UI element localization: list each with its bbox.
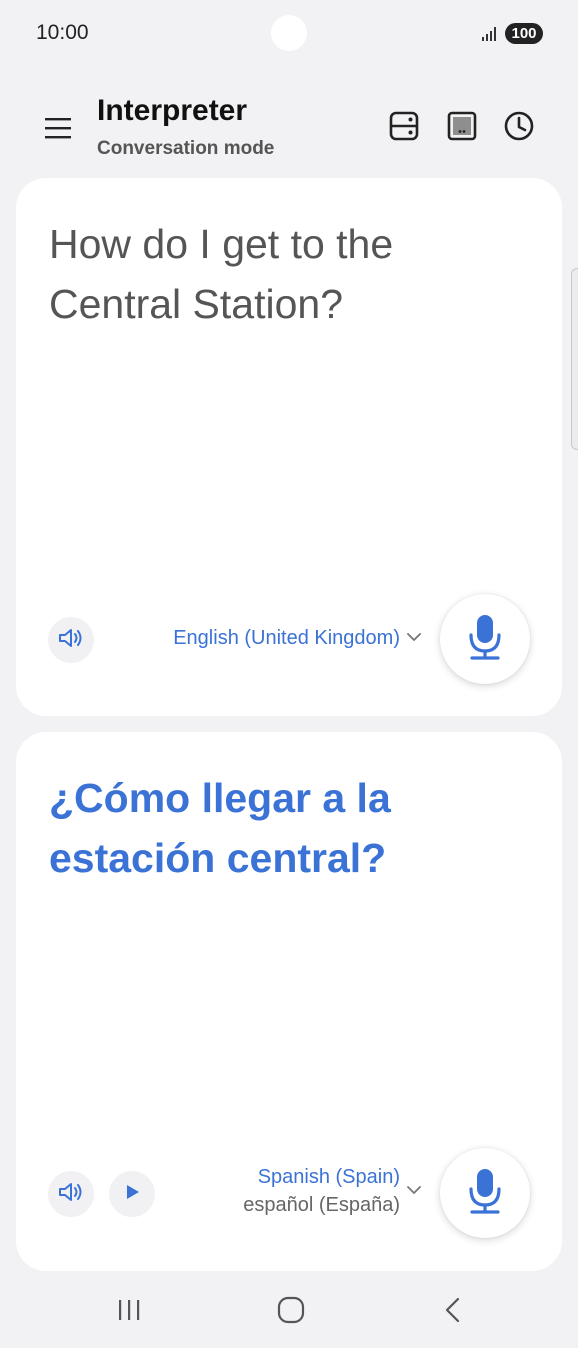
target-language-label: Spanish (Spain) xyxy=(257,1166,400,1188)
recents-icon xyxy=(116,1298,142,1327)
speaker-icon xyxy=(57,626,85,655)
source-text[interactable]: How do I get to the Central Station? xyxy=(49,214,519,334)
source-panel: How do I get to the Central Station? Eng… xyxy=(16,178,562,716)
back-icon xyxy=(443,1297,463,1328)
target-play-button[interactable] xyxy=(109,1171,155,1217)
target-panel: ¿Cómo llegar a la estación central? Span… xyxy=(16,732,562,1271)
status-time: 10:00 xyxy=(36,21,89,44)
target-language-native-label: español (España) xyxy=(243,1194,400,1216)
present-button[interactable] xyxy=(440,106,484,150)
split-view-button[interactable] xyxy=(382,106,426,150)
source-speaker-button[interactable] xyxy=(48,617,94,663)
mic-icon xyxy=(467,1167,503,1220)
signal-icon xyxy=(481,26,499,42)
source-language-select[interactable]: English (United Kingdom) xyxy=(173,627,422,650)
present-icon xyxy=(447,111,477,146)
status-bar: 10:00 100 xyxy=(0,0,578,66)
camera-cutout xyxy=(271,15,307,51)
edge-panel-handle[interactable] xyxy=(571,268,578,450)
target-language-labels: Spanish (Spain) español (España) xyxy=(243,1166,400,1217)
back-button[interactable] xyxy=(431,1292,475,1332)
speaker-icon xyxy=(57,1180,85,1209)
target-mic-button[interactable] xyxy=(440,1148,530,1238)
battery-icon: 100 xyxy=(505,23,543,44)
home-icon xyxy=(277,1296,305,1329)
page-title: Interpreter xyxy=(97,94,248,127)
target-language-select[interactable]: Spanish (Spain) español (España) xyxy=(243,1166,422,1217)
mic-icon xyxy=(467,613,503,666)
target-speaker-button[interactable] xyxy=(48,1171,94,1217)
menu-icon xyxy=(44,116,72,145)
menu-button[interactable] xyxy=(38,110,78,150)
source-mic-button[interactable] xyxy=(440,594,530,684)
chevron-down-icon xyxy=(406,630,422,648)
app-header: Interpreter Conversation mode xyxy=(0,88,578,168)
history-button[interactable] xyxy=(497,106,541,150)
navigation-bar xyxy=(0,1276,578,1348)
recents-button[interactable] xyxy=(107,1292,151,1332)
chevron-down-icon xyxy=(406,1183,422,1201)
history-icon xyxy=(503,110,535,147)
play-icon xyxy=(123,1183,141,1206)
split-view-icon xyxy=(389,111,419,146)
page-subtitle: Conversation mode xyxy=(97,138,275,159)
target-text[interactable]: ¿Cómo llegar a la estación central? xyxy=(49,768,519,888)
home-button[interactable] xyxy=(269,1292,313,1332)
source-language-label: English (United Kingdom) xyxy=(173,627,400,649)
